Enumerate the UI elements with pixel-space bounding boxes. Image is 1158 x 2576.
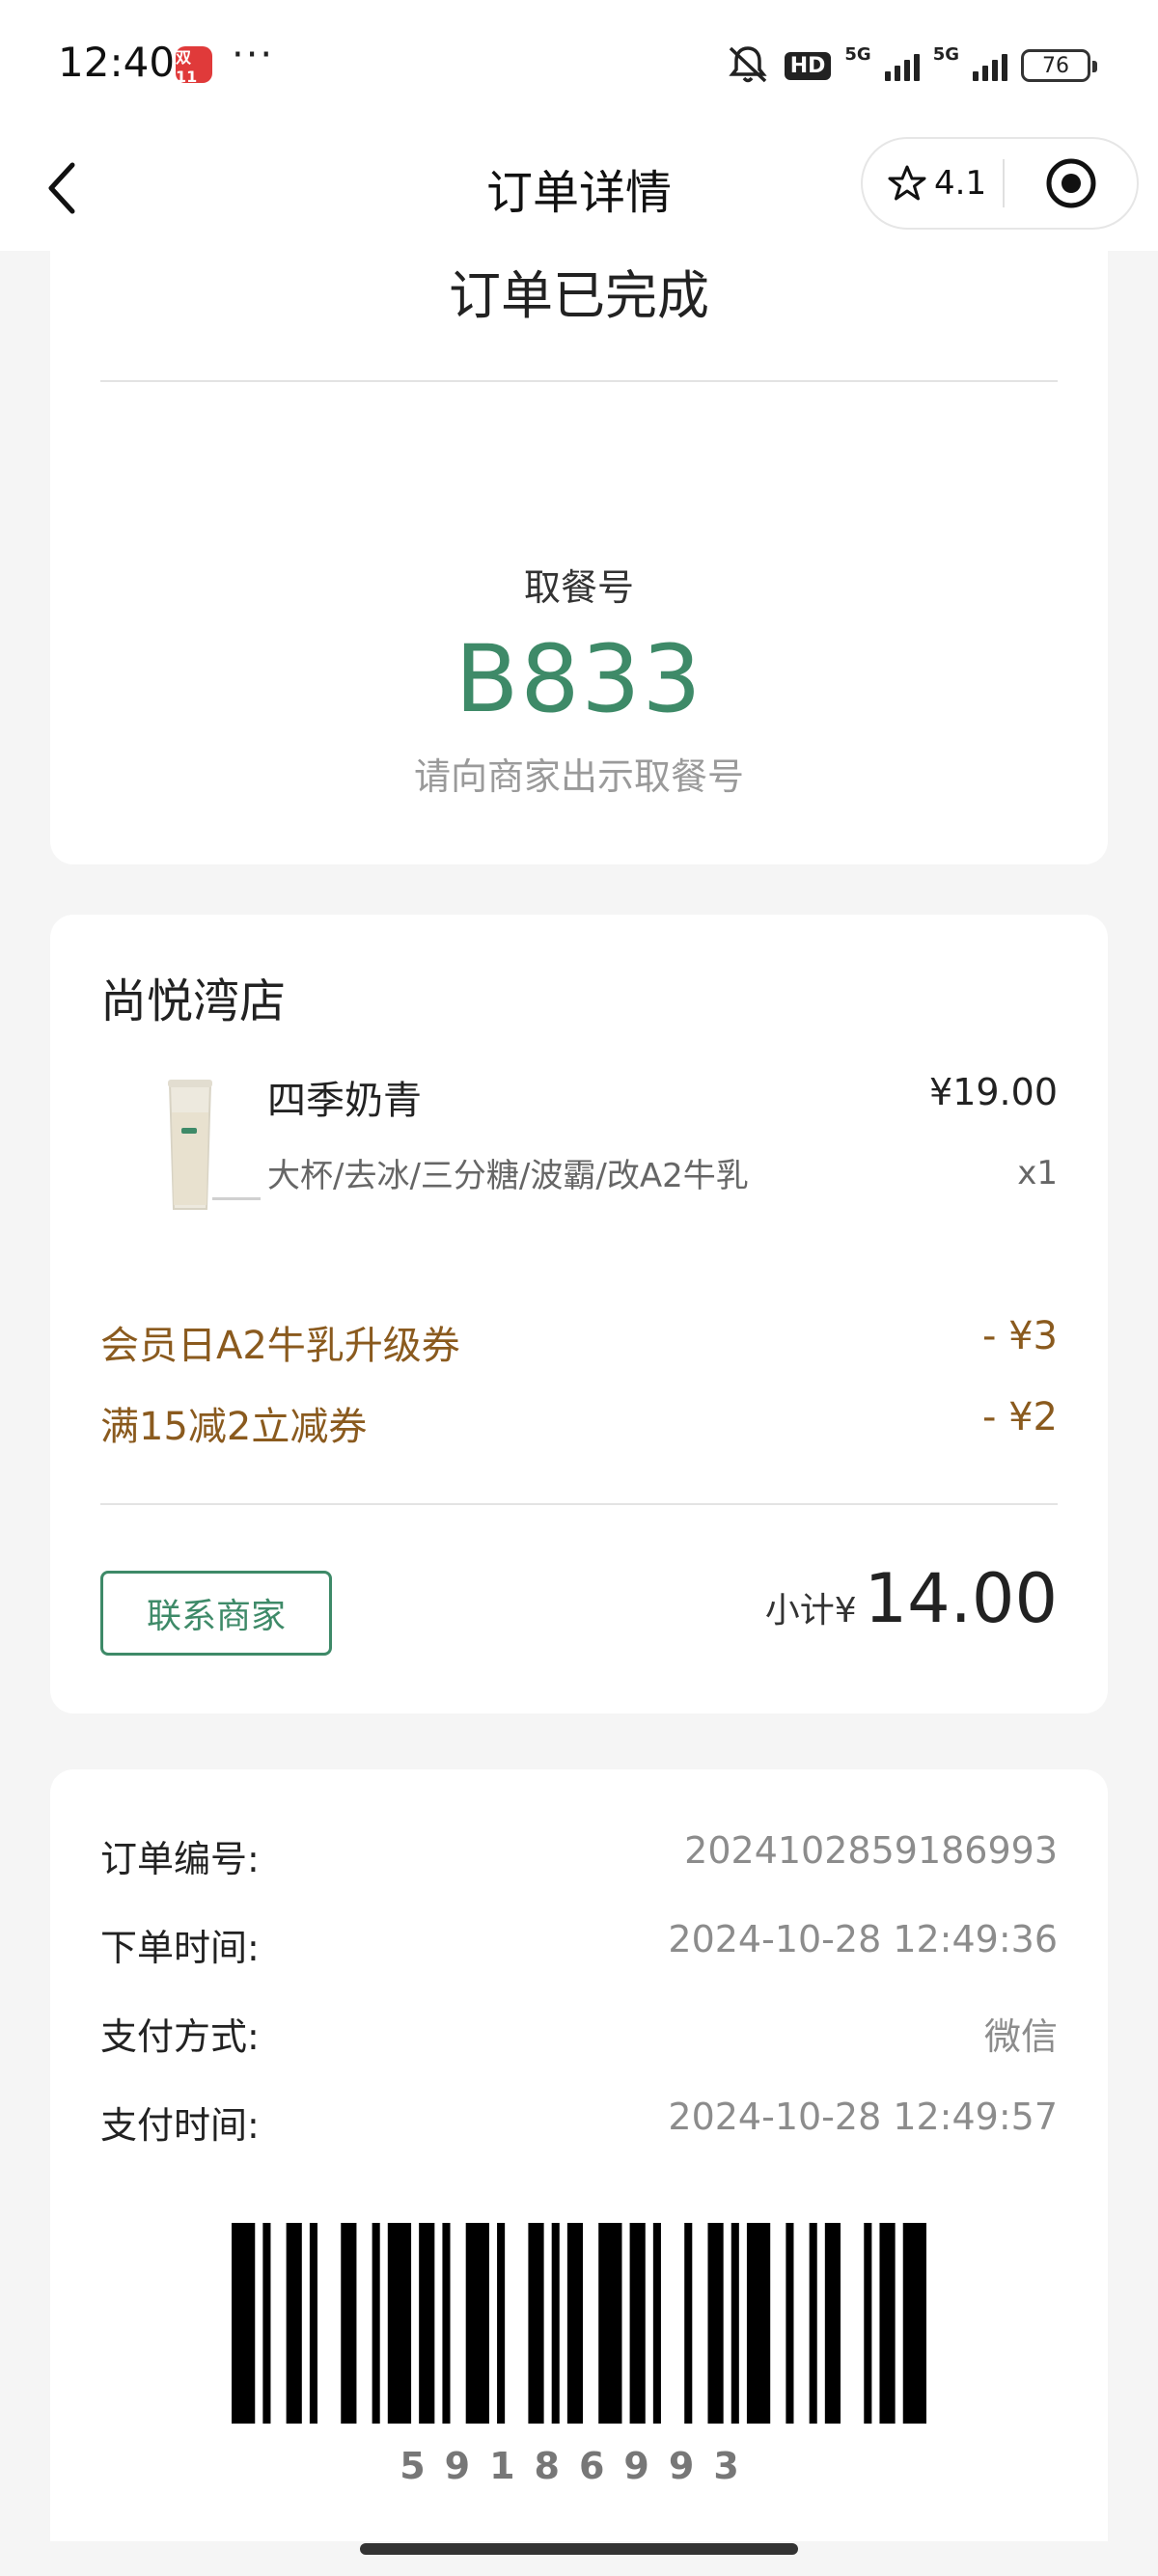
barcode-bar xyxy=(372,2223,380,2424)
status-indicators: HD 5G 5G 76 xyxy=(725,42,1097,89)
barcode-bar xyxy=(286,2223,302,2424)
pickup-number: B833 xyxy=(455,625,703,733)
barcode-bar xyxy=(864,2223,872,2424)
info-value: 2024-10-28 12:49:36 xyxy=(668,1918,1058,1960)
info-label: 支付方式: xyxy=(100,2015,260,2058)
barcode-bar xyxy=(419,2223,435,2424)
notification-app-icon: 双11 xyxy=(176,46,212,86)
home-indicator xyxy=(360,2543,798,2555)
network-5g-label-2: 5G xyxy=(932,43,959,65)
barcode-bar xyxy=(746,2223,771,2424)
barcode-bar xyxy=(442,2223,451,2424)
product-name: 四季奶青 xyxy=(267,1079,422,1123)
discount-row: 会员日A2牛乳升级券 - ¥3 xyxy=(100,1314,1058,1370)
barcode-bar xyxy=(786,2223,794,2424)
product-price: ¥19.00 xyxy=(929,1071,1058,1113)
info-label: 下单时间: xyxy=(100,1927,260,1969)
pickup-hint: 请向商家出示取餐号 xyxy=(413,755,744,798)
rating-value: 4.1 xyxy=(934,164,987,203)
order-barcode xyxy=(232,2223,926,2424)
mute-bell-icon xyxy=(725,42,771,89)
barcode-bar xyxy=(824,2223,841,2424)
info-row-payment-time: 支付时间: 2024-10-28 12:49:57 xyxy=(100,2096,1058,2149)
rating-button[interactable]: 4.1 xyxy=(863,164,1003,203)
product-quantity: x1 xyxy=(1017,1154,1058,1192)
barcode-bar xyxy=(309,2223,317,2424)
barcode-number: 59186993 xyxy=(400,2445,758,2487)
barcode-bar xyxy=(707,2223,724,2424)
divider xyxy=(100,1503,1058,1505)
info-label: 订单编号: xyxy=(100,1838,260,1880)
product-image xyxy=(168,1080,261,1210)
barcode-bar xyxy=(262,2223,271,2424)
info-value: 2024-10-28 12:49:57 xyxy=(668,2096,1058,2138)
info-row-order-time: 下单时间: 2024-10-28 12:49:36 xyxy=(100,1918,1058,1971)
pickup-label: 取餐号 xyxy=(523,566,634,609)
barcode-bar xyxy=(629,2223,646,2424)
store-name: 尚悦湾店 xyxy=(100,974,287,1028)
barcode-bar xyxy=(341,2223,357,2424)
pickup-card: 订单已完成 取餐号 B833 请向商家出示取餐号 xyxy=(50,232,1108,864)
miniprogram-capsule: 4.1 xyxy=(861,137,1139,230)
barcode-bar xyxy=(652,2223,661,2424)
star-icon xyxy=(888,165,926,201)
discount-label: 满15减2立减券 xyxy=(100,1405,368,1449)
subtotal-label: 小计¥ xyxy=(764,1591,857,1631)
barcode-bar xyxy=(465,2223,489,2424)
contact-merchant-button[interactable]: 联系商家 xyxy=(100,1571,332,1656)
barcode-bar xyxy=(684,2223,693,2424)
info-row-payment-method: 支付方式: 微信 xyxy=(100,2007,1058,2060)
barcode-bar xyxy=(879,2223,896,2424)
order-info-card: 订单编号: 2024102859186993 下单时间: 2024-10-28 … xyxy=(50,1769,1108,2541)
close-miniprogram-button[interactable] xyxy=(1005,156,1137,210)
product-specs: 大杯/去冰/三分糖/波霸/改A2牛乳 xyxy=(267,1157,749,1195)
signal-strength-icon-2 xyxy=(973,50,1007,81)
barcode-bar xyxy=(528,2223,544,2424)
barcode-bar xyxy=(566,2223,584,2424)
divider xyxy=(100,380,1058,382)
info-value: 微信 xyxy=(983,2015,1058,2058)
discount-label: 会员日A2牛乳升级券 xyxy=(100,1324,460,1368)
battery-icon: 76 xyxy=(1021,49,1097,82)
signal-strength-icon xyxy=(884,50,920,81)
barcode-bar xyxy=(902,2223,926,2424)
target-icon xyxy=(1046,158,1095,208)
barcode-bar xyxy=(598,2223,622,2424)
discount-amount: - ¥3 xyxy=(981,1314,1058,1358)
status-time: 12:40 xyxy=(58,39,176,86)
more-notifications-icon: ··· xyxy=(232,33,275,77)
order-items-card: 尚悦湾店 四季奶青 ¥19.00 大杯/去冰/三分糖/波霸/改A2牛乳 x1 会… xyxy=(50,915,1108,1713)
barcode-bar xyxy=(809,2223,817,2424)
status-bar: 12:40 双11 ··· HD 5G 5G 76 xyxy=(0,0,1158,125)
info-row-order-number: 订单编号: 2024102859186993 xyxy=(100,1829,1058,1882)
barcode-bar xyxy=(387,2223,412,2424)
barcode-bar xyxy=(232,2223,256,2424)
network-5g-label: 5G xyxy=(844,43,871,65)
subtotal: 小计¥ 14.00 xyxy=(765,1559,1058,1638)
subtotal-value: 14.00 xyxy=(864,1559,1058,1638)
discount-row: 满15减2立减券 - ¥2 xyxy=(100,1395,1058,1451)
info-label: 支付时间: xyxy=(100,2104,260,2147)
discount-amount: - ¥2 xyxy=(981,1395,1058,1439)
barcode-bar xyxy=(551,2223,560,2424)
barcode-bar xyxy=(731,2223,739,2424)
barcode-bar xyxy=(497,2223,506,2424)
info-value: 2024102859186993 xyxy=(684,1829,1058,1872)
order-status: 订单已完成 xyxy=(449,265,709,326)
hd-voice-icon: HD xyxy=(784,51,832,80)
